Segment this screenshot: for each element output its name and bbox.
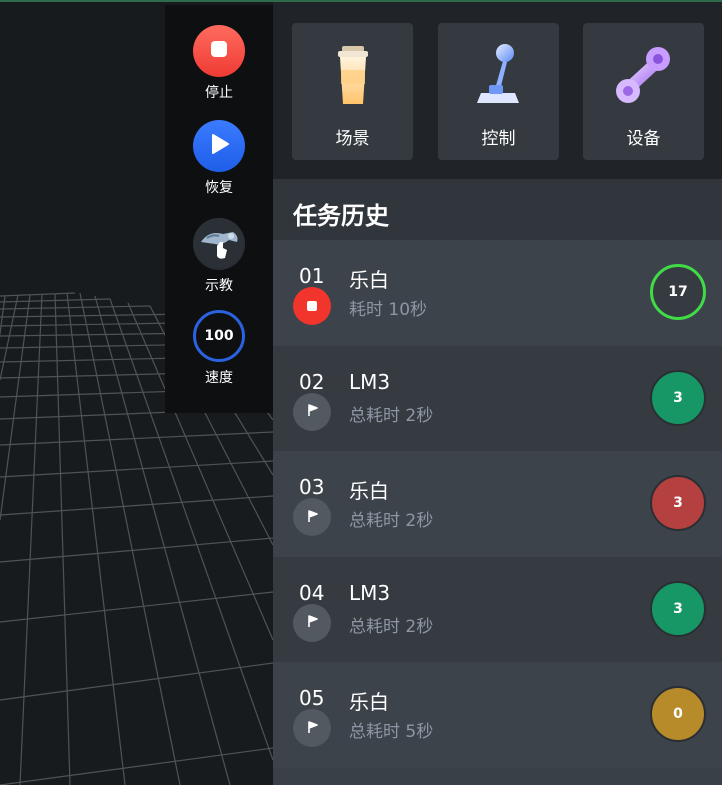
flag-icon [305, 719, 319, 738]
tile-device[interactable]: 设备 [583, 23, 704, 160]
resume-button[interactable] [193, 120, 245, 172]
task-row[interactable]: 02 LM3 总耗时 2秒 3 [273, 345, 722, 451]
joystick-icon [469, 43, 529, 107]
speed-gauge[interactable]: 100 [193, 310, 245, 362]
flag-icon [305, 402, 319, 421]
tile-scene[interactable]: 场景 [292, 23, 413, 160]
task-name: LM3 [349, 580, 391, 605]
teach-icon [193, 218, 245, 270]
task-number: 03 [299, 475, 325, 499]
task-duration: 总耗时 2秒 [349, 511, 434, 531]
tile-control[interactable]: 控制 [438, 23, 559, 160]
top-accent-line [0, 0, 722, 2]
stop-icon [210, 40, 228, 62]
stop-icon [306, 297, 318, 316]
task-number: 05 [299, 686, 325, 710]
speed-label: 速度 [205, 370, 233, 386]
flag-icon [305, 508, 319, 527]
wrench-icon [614, 43, 674, 107]
task-count-badge: 3 [650, 475, 706, 531]
task-name: 乐白 [349, 690, 389, 714]
task-row[interactable]: 05 乐白 总耗时 5秒 0 [273, 662, 722, 768]
task-duration: 总耗时 2秒 [349, 616, 434, 637]
resume-label: 恢复 [205, 180, 233, 196]
history-header: 任务历史 [273, 179, 722, 240]
task-number: 01 [299, 264, 325, 288]
task-status-done[interactable] [293, 392, 331, 431]
task-status-done[interactable] [293, 603, 331, 642]
teach-button[interactable] [193, 218, 245, 270]
task-duration: 耗时 10秒 [349, 300, 428, 320]
task-name: LM3 [349, 369, 391, 394]
task-name: 乐白 [349, 268, 389, 292]
history-title: 任务历史 [293, 202, 389, 230]
task-duration: 总耗时 5秒 [349, 722, 434, 742]
stop-button[interactable] [193, 25, 245, 77]
task-row[interactable]: 03 乐白 总耗时 2秒 3 [273, 451, 722, 557]
stop-label: 停止 [205, 85, 233, 101]
teach-control[interactable]: 示教 [165, 218, 273, 294]
speed-control[interactable]: 100 速度 [165, 310, 273, 386]
task-row[interactable]: 04 LM3 总耗时 2秒 3 [273, 556, 722, 662]
teach-label: 示教 [205, 278, 233, 294]
task-status-done[interactable] [293, 709, 331, 747]
task-history-list: 01 乐白 耗时 10秒 17 02 LM3 总耗时 2秒 3 03 乐白 总耗… [273, 240, 722, 768]
tile-bar: 场景 控制 设备 [273, 2, 722, 179]
stop-control[interactable]: 停止 [165, 25, 273, 101]
task-count-badge: 0 [650, 686, 706, 742]
task-number: 02 [299, 369, 325, 394]
tile-scene-label: 场景 [335, 129, 370, 149]
task-status-done[interactable] [293, 498, 331, 536]
task-duration: 总耗时 2秒 [349, 405, 434, 426]
task-number: 04 [299, 580, 325, 605]
task-name: 乐白 [349, 479, 389, 503]
task-status-running[interactable] [293, 287, 331, 325]
robot-control-panel: 停止 恢复 示教 100 速度 [165, 5, 273, 413]
play-icon [208, 132, 230, 160]
tile-control-label: 控制 [481, 129, 516, 149]
task-row[interactable]: 01 乐白 耗时 10秒 17 [273, 240, 722, 346]
tile-device-label: 设备 [626, 129, 661, 149]
task-count-badge: 17 [650, 264, 706, 320]
resume-control[interactable]: 恢复 [165, 120, 273, 196]
cup-icon [323, 43, 383, 107]
flag-icon [305, 613, 319, 632]
right-panel: 场景 控制 设备 任务历史 01 乐白 耗时 10秒 17 02 LM3 总耗时… [273, 2, 722, 785]
task-count-badge: 3 [650, 580, 706, 637]
task-count-badge: 3 [650, 369, 706, 426]
